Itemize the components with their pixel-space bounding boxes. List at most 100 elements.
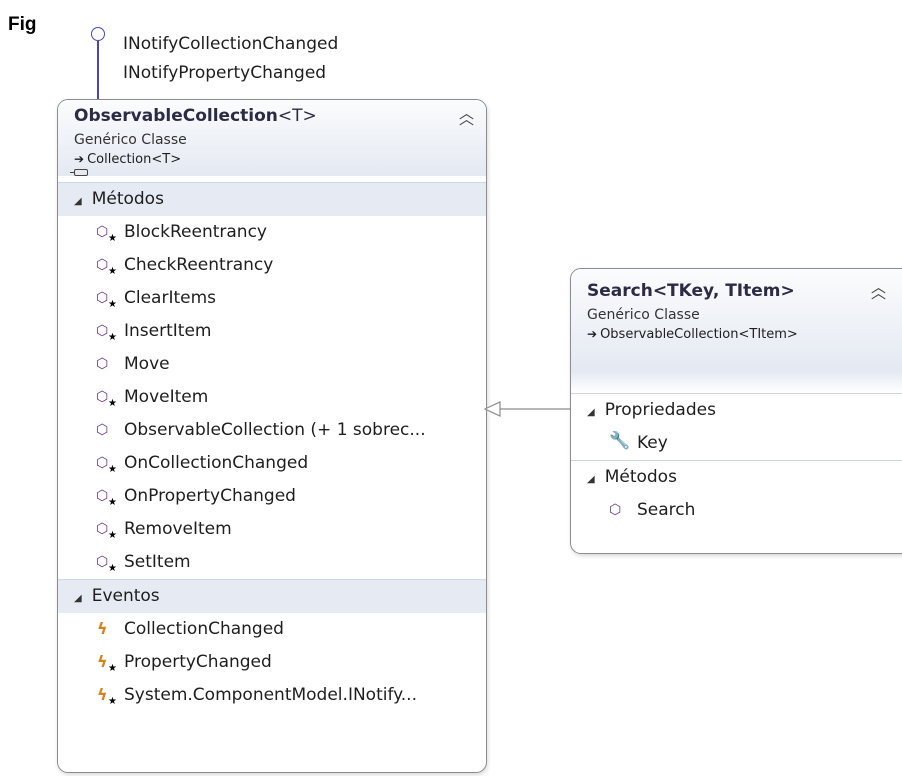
method-protected-icon: ⬡	[96, 553, 109, 570]
section-header-properties[interactable]: ◢ Propriedades	[571, 393, 902, 427]
member-row[interactable]: ⬡ ★ SetItem	[58, 546, 486, 579]
base-class: ➔ ObservableCollection<TItem>	[587, 327, 798, 342]
member-icon: 🔧	[609, 430, 637, 454]
member-row[interactable]: ⬡ ★ InsertItem	[58, 315, 486, 348]
protected-star-icon: ★	[108, 662, 117, 674]
member-icon: ⬡ ★	[96, 487, 124, 508]
member-row[interactable]: ⬡ ObservableCollection (+ 1 sobrec...	[58, 414, 486, 447]
member-name: OnCollectionChanged	[124, 453, 309, 473]
inherit-arrow-icon: ➔	[74, 152, 85, 166]
interface-label: INotifyCollectionChanged	[123, 34, 339, 54]
class-header[interactable]: Search<TKey, TItem> ︿ ︿ Genérico Classe ➔…	[571, 269, 902, 371]
member-name: BlockReentrancy	[124, 222, 267, 242]
member-name: ClearItems	[124, 288, 217, 308]
method-icon: ⬡	[96, 421, 109, 438]
header-divider	[571, 371, 902, 393]
protected-star-icon: ★	[108, 298, 117, 310]
member-name: ObservableCollection (+ 1 sobrec...	[124, 420, 426, 440]
member-name: OnPropertyChanged	[124, 486, 296, 506]
member-icon: ⬡ ★	[96, 520, 124, 541]
collapse-triangle-icon: ◢	[74, 593, 82, 604]
member-icon: ⬡ ★	[96, 289, 124, 310]
member-name: Move	[124, 354, 170, 374]
protected-star-icon: ★	[108, 562, 117, 574]
interface-list: INotifyCollectionChanged INotifyProperty…	[123, 30, 338, 88]
collapse-chevron-icon[interactable]: ︿ ︿	[871, 280, 886, 301]
member-row[interactable]: ϟ CollectionChanged	[58, 613, 486, 646]
method-protected-icon: ⬡	[96, 388, 109, 405]
method-protected-icon: ⬡	[96, 520, 109, 537]
member-icon: ⬡ ★	[96, 256, 124, 277]
protected-star-icon: ★	[108, 397, 117, 409]
member-icon: ⬡	[609, 501, 637, 521]
method-icon: ⬡	[96, 355, 109, 372]
member-row[interactable]: 🔧 Key	[571, 427, 902, 460]
member-row[interactable]: ⬡ Search	[571, 494, 902, 527]
protected-star-icon: ★	[108, 496, 117, 508]
member-name: Key	[637, 433, 668, 453]
method-protected-icon: ⬡	[96, 454, 109, 471]
member-row[interactable]: ⬡ ★ OnPropertyChanged	[58, 480, 486, 513]
member-name: RemoveItem	[124, 519, 232, 539]
member-row[interactable]: ⬡ ★ OnCollectionChanged	[58, 447, 486, 480]
member-row[interactable]: ⬡ ★ ClearItems	[58, 282, 486, 315]
member-icon: ⬡ ★	[96, 322, 124, 343]
method-protected-icon: ⬡	[96, 487, 109, 504]
member-icon: ⬡	[96, 355, 124, 375]
member-icon: ϟ	[96, 618, 124, 640]
interface-connector	[97, 41, 99, 99]
class-kind: Genérico Classe	[587, 307, 700, 323]
member-name: CheckReentrancy	[124, 255, 274, 275]
member-name: SetItem	[124, 552, 191, 572]
member-icon: ⬡ ★	[96, 223, 124, 244]
protected-star-icon: ★	[108, 232, 117, 244]
member-icon: ⬡ ★	[96, 454, 124, 475]
figure-label: Fig	[8, 14, 37, 35]
collapse-triangle-icon: ◢	[74, 196, 82, 207]
member-row[interactable]: ϟ ★ System.ComponentModel.INotify...	[58, 679, 486, 712]
protected-star-icon: ★	[108, 331, 117, 343]
collapse-triangle-icon: ◢	[587, 474, 595, 485]
section-header-methods[interactable]: ◢ Métodos	[571, 460, 902, 494]
member-name: System.ComponentModel.INotify...	[124, 685, 417, 705]
method-protected-icon: ⬡	[96, 223, 109, 240]
method-protected-icon: ⬡	[96, 289, 109, 306]
member-icon: ⬡ ★	[96, 388, 124, 409]
wrench-icon: 🔧	[609, 430, 631, 451]
observable-collection-class-box[interactable]: ObservableCollection<T> ︿ ︿ Genérico Clas…	[57, 99, 487, 773]
protected-star-icon: ★	[108, 265, 117, 277]
class-name: Search<TKey, TItem>	[587, 281, 795, 301]
member-row[interactable]: ⬡ ★ BlockReentrancy	[58, 216, 486, 249]
lollipop-toggle-icon[interactable]	[70, 169, 88, 176]
inheritance-arrow	[483, 401, 573, 417]
section-header-methods[interactable]: ◢ Métodos	[58, 182, 486, 216]
member-icon: ϟ ★	[96, 652, 124, 674]
inherit-arrow-icon: ➔	[587, 327, 598, 341]
event-icon: ϟ	[97, 618, 108, 638]
section-header-events[interactable]: ◢ Eventos	[58, 579, 486, 613]
member-name: InsertItem	[124, 321, 212, 341]
interface-lollipop-icon	[91, 27, 105, 41]
collapse-triangle-icon: ◢	[587, 407, 595, 418]
search-class-box[interactable]: Search<TKey, TItem> ︿ ︿ Genérico Classe ➔…	[570, 268, 902, 554]
member-icon: ⬡ ★	[96, 553, 124, 574]
member-icon: ϟ ★	[96, 684, 124, 707]
method-protected-icon: ⬡	[96, 256, 109, 273]
base-class: ➔ Collection<T>	[74, 152, 182, 167]
protected-star-icon: ★	[108, 529, 117, 541]
method-icon: ⬡	[609, 501, 622, 518]
member-name: MoveItem	[124, 387, 209, 407]
member-row[interactable]: ⬡ ★ MoveItem	[58, 381, 486, 414]
class-name: ObservableCollection<T>	[74, 106, 317, 126]
member-row[interactable]: ϟ ★ PropertyChanged	[58, 646, 486, 679]
class-header[interactable]: ObservableCollection<T> ︿ ︿ Genérico Clas…	[58, 100, 486, 176]
collapse-chevron-icon[interactable]: ︿ ︿	[459, 106, 474, 127]
event-protected-icon: ϟ	[97, 684, 108, 704]
protected-star-icon: ★	[108, 463, 117, 475]
member-icon: ⬡	[96, 421, 124, 441]
member-row[interactable]: ⬡ ★ RemoveItem	[58, 513, 486, 546]
member-row[interactable]: ⬡ ★ CheckReentrancy	[58, 249, 486, 282]
member-row[interactable]: ⬡ Move	[58, 348, 486, 381]
class-kind: Genérico Classe	[74, 132, 187, 148]
method-protected-icon: ⬡	[96, 322, 109, 339]
